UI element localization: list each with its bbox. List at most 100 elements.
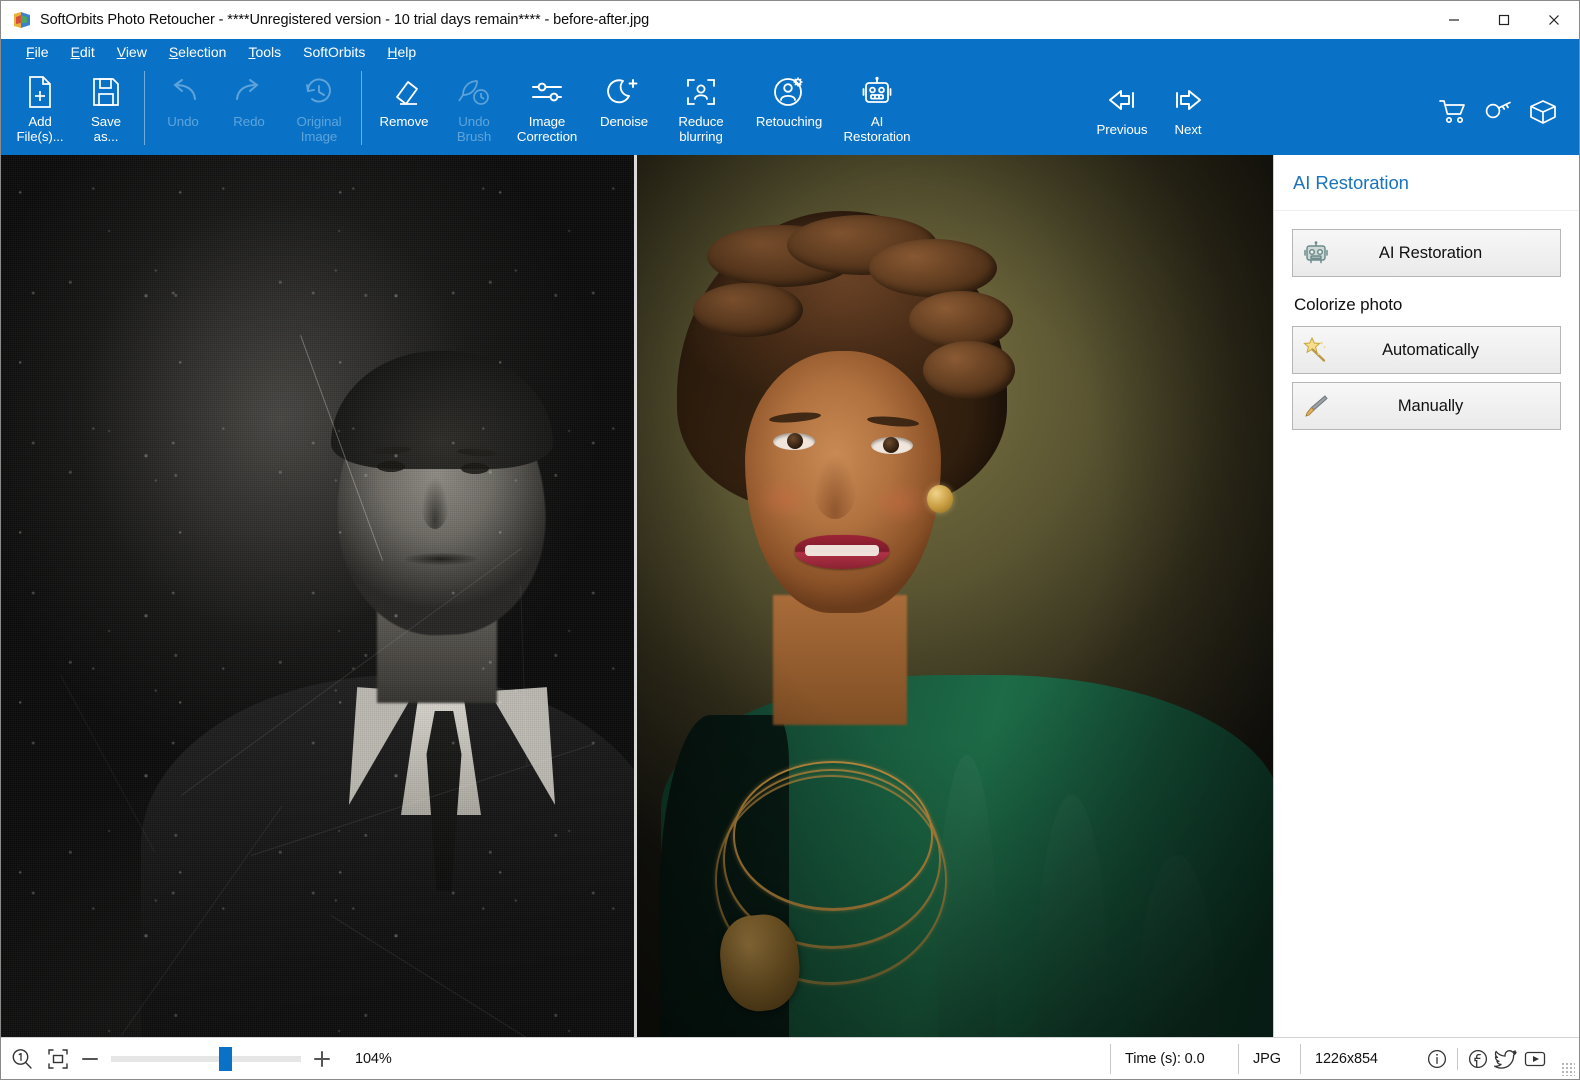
processing-time-value: Time (s): 0.0 — [1110, 1044, 1238, 1074]
tool-options-panel: AI Restoration — [1273, 155, 1579, 1037]
status-divider — [1457, 1048, 1458, 1070]
before-image-pane[interactable] — [1, 155, 634, 1037]
status-right-group: Time (s): 0.0 JPG 1226x854 — [1110, 1038, 1579, 1080]
menu-file-label: ile — [35, 44, 49, 60]
menu-view-label: iew — [126, 44, 147, 60]
colorize-automatically-label: Automatically — [1339, 341, 1560, 360]
key-icon[interactable] — [1484, 99, 1512, 130]
toolbar-reduce-blurring-button[interactable]: Reduce blurring — [661, 65, 741, 151]
toolbar-reduce-blurring-line1: Reduce — [678, 114, 723, 129]
toolbar-navigation-group: Previous Next — [1089, 73, 1221, 159]
menu-edit-accel: E — [71, 44, 80, 60]
toolbar-ai-restoration-line1: AI — [871, 114, 883, 129]
add-file-icon — [25, 73, 55, 111]
robot-icon — [861, 73, 893, 111]
history-clock-icon — [303, 73, 335, 111]
colorize-automatically-button[interactable]: Automatically — [1292, 326, 1561, 374]
zoom-100-icon[interactable] — [7, 1044, 37, 1074]
window-title: SoftOrbits Photo Retoucher - ****Unregis… — [40, 12, 649, 28]
toolbar-save-as-line1: Save — [91, 114, 121, 129]
fit-to-window-icon[interactable] — [43, 1044, 73, 1074]
info-circle-icon[interactable] — [1426, 1048, 1448, 1070]
toolbar-redo-button[interactable]: Redo — [216, 65, 282, 151]
status-bar: 104% Time (s): 0.0 JPG 1226x854 — [1, 1037, 1579, 1079]
zoom-slider-track — [111, 1056, 301, 1062]
ai-restoration-action-button[interactable]: AI Restoration — [1292, 229, 1561, 277]
robot-icon — [1293, 241, 1339, 265]
before-image — [1, 155, 634, 1037]
eraser-icon — [387, 73, 421, 111]
menu-file[interactable]: File — [15, 42, 60, 62]
minimize-button[interactable] — [1429, 1, 1479, 39]
menu-softorbits[interactable]: SoftOrbits — [292, 42, 376, 62]
file-format-value: JPG — [1238, 1044, 1300, 1074]
after-image — [637, 155, 1273, 1037]
facebook-icon[interactable] — [1467, 1048, 1489, 1070]
toolbar-reduce-blurring-line2: blurring — [679, 129, 723, 144]
menu-selection-accel: S — [169, 44, 178, 60]
toolbar-previous-button[interactable]: Previous — [1089, 73, 1155, 159]
save-icon — [91, 73, 121, 111]
person-gear-icon — [773, 73, 805, 111]
toolbar-redo-label: Redo — [233, 114, 264, 129]
maximize-button[interactable] — [1479, 1, 1529, 39]
ai-restoration-action-label: AI Restoration — [1339, 244, 1560, 263]
toolbar-add-files-button[interactable]: Add File(s)... — [7, 65, 73, 151]
face-focus-icon — [685, 73, 717, 111]
toolbar-ai-restoration-line2: Restoration — [844, 129, 911, 144]
toolbar-undo-button[interactable]: Undo — [150, 65, 216, 151]
toolbar-add-files-line2: File(s)... — [16, 129, 63, 144]
toolbar-save-as-button[interactable]: Save as... — [73, 65, 139, 151]
title-bar: SoftOrbits Photo Retoucher - ****Unregis… — [1, 1, 1579, 39]
zoom-in-button[interactable] — [305, 1044, 339, 1074]
menu-bar: File Edit View Selection Tools SoftOrbit… — [1, 39, 1579, 65]
menu-softorbits-label: SoftOrbits — [303, 44, 365, 60]
after-image-pane[interactable] — [637, 155, 1273, 1037]
toolbar-remove-button[interactable]: Remove — [367, 65, 441, 151]
youtube-play-icon[interactable] — [1523, 1048, 1547, 1070]
toolbar-retouching-button[interactable]: Retouching — [741, 65, 837, 151]
redo-arrow-icon — [231, 73, 267, 111]
shopping-cart-icon[interactable] — [1439, 99, 1467, 130]
toolbar-undo-brush-line1: Undo — [458, 114, 489, 129]
toolbar-original-image-button[interactable]: Original Image — [282, 65, 356, 151]
menu-selection-label: election — [178, 44, 226, 60]
menu-selection[interactable]: Selection — [158, 42, 238, 62]
colorize-manually-button[interactable]: Manually — [1292, 382, 1561, 430]
toolbar-ai-restoration-button[interactable]: AI Restoration — [837, 65, 917, 151]
toolbar-next-button[interactable]: Next — [1155, 73, 1221, 159]
panel-content: AI Restoration Colorize photo Automatic — [1274, 211, 1579, 438]
menu-edit[interactable]: Edit — [60, 42, 106, 62]
resize-grip-icon[interactable] — [1561, 1062, 1575, 1076]
toolbar-save-as-line2: as... — [94, 129, 119, 144]
magic-wand-icon — [1293, 337, 1339, 363]
workspace: AI Restoration — [1, 155, 1579, 1037]
undo-brush-icon — [457, 73, 491, 111]
menu-view[interactable]: View — [106, 42, 158, 62]
after-vignette — [637, 155, 1273, 1037]
toolbar-denoise-button[interactable]: Denoise — [587, 65, 661, 151]
toolbar-image-correction-line2: Correction — [517, 129, 577, 144]
menu-edit-label: dit — [80, 44, 95, 60]
toolbar-image-correction-button[interactable]: Image Correction — [507, 65, 587, 151]
close-button[interactable] — [1529, 1, 1579, 39]
zoom-slider-thumb[interactable] — [219, 1047, 232, 1071]
moon-sparkle-icon — [607, 73, 641, 111]
menu-tools[interactable]: Tools — [237, 42, 292, 62]
menu-tools-label: ools — [255, 44, 281, 60]
before-film-grain — [1, 155, 634, 1037]
image-dimensions-value: 1226x854 — [1300, 1044, 1412, 1074]
paintbrush-icon — [1293, 393, 1339, 419]
undo-arrow-icon — [165, 73, 201, 111]
package-box-icon[interactable] — [1529, 99, 1557, 130]
twitter-bird-icon[interactable] — [1494, 1048, 1518, 1070]
zoom-out-button[interactable] — [73, 1044, 107, 1074]
menu-help[interactable]: Help — [376, 42, 427, 62]
toolbar-separator-1 — [144, 71, 145, 145]
toolbar-separator-2 — [361, 71, 362, 145]
toolbar-undo-brush-button[interactable]: Undo Brush — [441, 65, 507, 151]
image-canvas[interactable] — [1, 155, 1273, 1037]
app-logo-icon — [13, 11, 31, 29]
menu-help-label: elp — [398, 44, 417, 60]
zoom-slider[interactable] — [111, 1044, 301, 1074]
